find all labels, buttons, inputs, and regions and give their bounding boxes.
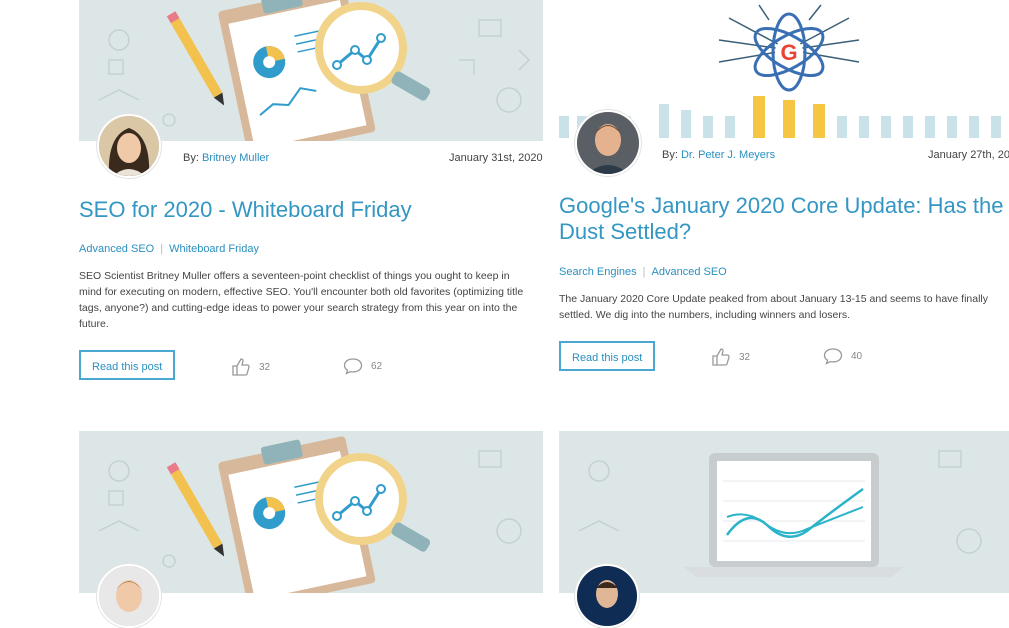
- post-date: January 31st, 2020: [449, 152, 543, 164]
- post-summary: The January 2020 Core Update peaked from…: [559, 293, 989, 321]
- comment-bubble-icon: [343, 358, 363, 375]
- post-summary: SEO Scientist Britney Muller offers a se…: [79, 270, 524, 330]
- author-byline: By: Dr. Peter J. Meyers: [662, 149, 776, 161]
- like-count[interactable]: 32: [711, 347, 750, 367]
- post-tags: Advanced SEO | Whiteboard Friday: [79, 243, 259, 255]
- read-post-button[interactable]: Read this post: [559, 341, 656, 371]
- author-avatar[interactable]: [97, 114, 161, 178]
- author-link[interactable]: Dr. Peter J. Meyers: [681, 149, 775, 161]
- post-banner-image[interactable]: [79, 431, 543, 593]
- like-count[interactable]: 32: [231, 357, 270, 377]
- post-tags: Search Engines | Advanced SEO: [559, 266, 727, 278]
- tag-link[interactable]: Whiteboard Friday: [169, 243, 259, 255]
- author-avatar[interactable]: [97, 564, 161, 628]
- author-link[interactable]: Britney Muller: [202, 152, 269, 164]
- comment-count[interactable]: 40: [823, 347, 862, 365]
- author-avatar[interactable]: [575, 564, 639, 628]
- tag-link[interactable]: Advanced SEO: [652, 266, 727, 278]
- tag-link[interactable]: Advanced SEO: [79, 243, 154, 255]
- comment-count[interactable]: 62: [343, 357, 382, 375]
- svg-text:G: G: [780, 40, 797, 65]
- post-title[interactable]: Google's January 2020 Core Update: Has t…: [559, 193, 1009, 245]
- post-title[interactable]: SEO for 2020 - Whiteboard Friday: [79, 197, 519, 223]
- author-avatar[interactable]: [575, 110, 641, 176]
- read-post-button[interactable]: Read this post: [79, 350, 176, 380]
- post-date: January 27th, 20: [928, 149, 1009, 161]
- author-byline: By: Britney Muller: [183, 152, 270, 164]
- comment-bubble-icon: [823, 348, 843, 365]
- thumbs-up-icon: [712, 348, 730, 366]
- tag-link[interactable]: Search Engines: [559, 266, 637, 278]
- thumbs-up-icon: [232, 358, 250, 376]
- post-banner-image[interactable]: [559, 431, 1009, 593]
